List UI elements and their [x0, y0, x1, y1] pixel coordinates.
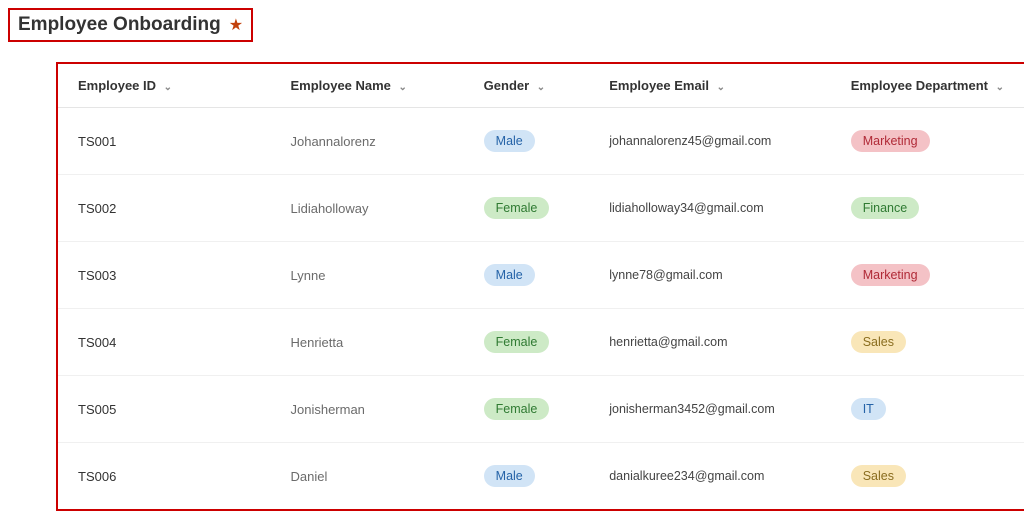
- cell-employee-id: TS004: [58, 309, 270, 376]
- cell-email: danialkuree234@gmail.com: [589, 443, 830, 510]
- col-header-name[interactable]: Employee Name ⌄: [270, 64, 463, 108]
- department-badge: Sales: [851, 331, 906, 353]
- gender-badge: Male: [484, 264, 535, 286]
- table-row[interactable]: TS006Daniel Male danialkuree234@gmail.com S…: [58, 443, 1024, 510]
- cell-email: jonisherman3452@gmail.com: [589, 376, 830, 443]
- table-row[interactable]: TS005Jonisherman Female jonisherman3452@gm…: [58, 376, 1024, 443]
- col-header-email-label: Employee Email: [609, 78, 709, 93]
- chevron-down-icon: ⌄: [164, 82, 172, 93]
- cell-department: IT: [831, 376, 1024, 443]
- department-badge: IT: [851, 398, 886, 420]
- employee-table: Employee ID ⌄ Employee Name ⌄ Gender ⌄ E…: [58, 64, 1024, 509]
- col-header-id-label: Employee ID: [78, 78, 156, 93]
- department-badge: Finance: [851, 197, 919, 219]
- table-row[interactable]: TS003Lynne Male lynne78@gmail.com Marketing: [58, 242, 1024, 309]
- col-header-department[interactable]: Employee Department ⌄: [831, 64, 1024, 108]
- cell-email: johannalorenz45@gmail.com: [589, 108, 830, 175]
- cell-gender: Male: [464, 443, 590, 510]
- chevron-down-icon: ⌄: [996, 82, 1004, 93]
- cell-gender: Female: [464, 309, 590, 376]
- cell-gender: Female: [464, 175, 590, 242]
- cell-employee-id: TS006: [58, 443, 270, 510]
- cell-employee-id: TS002: [58, 175, 270, 242]
- cell-employee-name: Daniel: [270, 443, 463, 510]
- table-row[interactable]: TS002Lidiaholloway Female lidiaholloway34@…: [58, 175, 1024, 242]
- cell-employee-name: Jonisherman: [270, 376, 463, 443]
- col-header-department-label: Employee Department: [851, 78, 988, 93]
- table-row[interactable]: TS001Johannalorenz Male johannalorenz45@gm…: [58, 108, 1024, 175]
- cell-email: henrietta@gmail.com: [589, 309, 830, 376]
- cell-employee-name: Lynne: [270, 242, 463, 309]
- gender-badge: Female: [484, 398, 550, 420]
- department-badge: Marketing: [851, 130, 930, 152]
- cell-gender: Male: [464, 108, 590, 175]
- col-header-email[interactable]: Employee Email ⌄: [589, 64, 830, 108]
- chevron-down-icon: ⌄: [717, 82, 725, 93]
- table-row[interactable]: TS004Henrietta Female henrietta@gmail.com S…: [58, 309, 1024, 376]
- page-title: Employee Onboarding: [18, 14, 221, 36]
- employee-table-wrap: Employee ID ⌄ Employee Name ⌄ Gender ⌄ E…: [56, 62, 1024, 511]
- cell-employee-name: Lidiaholloway: [270, 175, 463, 242]
- cell-employee-name: Johannalorenz: [270, 108, 463, 175]
- cell-department: Sales: [831, 443, 1024, 510]
- chevron-down-icon: ⌄: [537, 82, 545, 93]
- star-icon[interactable]: ★: [229, 15, 243, 35]
- cell-employee-name: Henrietta: [270, 309, 463, 376]
- gender-badge: Female: [484, 331, 550, 353]
- gender-badge: Female: [484, 197, 550, 219]
- cell-department: Marketing: [831, 242, 1024, 309]
- gender-badge: Male: [484, 130, 535, 152]
- cell-email: lynne78@gmail.com: [589, 242, 830, 309]
- col-header-id[interactable]: Employee ID ⌄: [58, 64, 270, 108]
- cell-employee-id: TS005: [58, 376, 270, 443]
- page-title-wrap: Employee Onboarding ★: [8, 8, 253, 42]
- cell-department: Marketing: [831, 108, 1024, 175]
- department-badge: Sales: [851, 465, 906, 487]
- cell-employee-id: TS003: [58, 242, 270, 309]
- cell-gender: Male: [464, 242, 590, 309]
- cell-employee-id: TS001: [58, 108, 270, 175]
- col-header-name-label: Employee Name: [290, 78, 390, 93]
- cell-department: Sales: [831, 309, 1024, 376]
- cell-department: Finance: [831, 175, 1024, 242]
- col-header-gender[interactable]: Gender ⌄: [464, 64, 590, 108]
- cell-gender: Female: [464, 376, 590, 443]
- col-header-gender-label: Gender: [484, 78, 530, 93]
- cell-email: lidiaholloway34@gmail.com: [589, 175, 830, 242]
- department-badge: Marketing: [851, 264, 930, 286]
- gender-badge: Male: [484, 465, 535, 487]
- chevron-down-icon: ⌄: [399, 82, 407, 93]
